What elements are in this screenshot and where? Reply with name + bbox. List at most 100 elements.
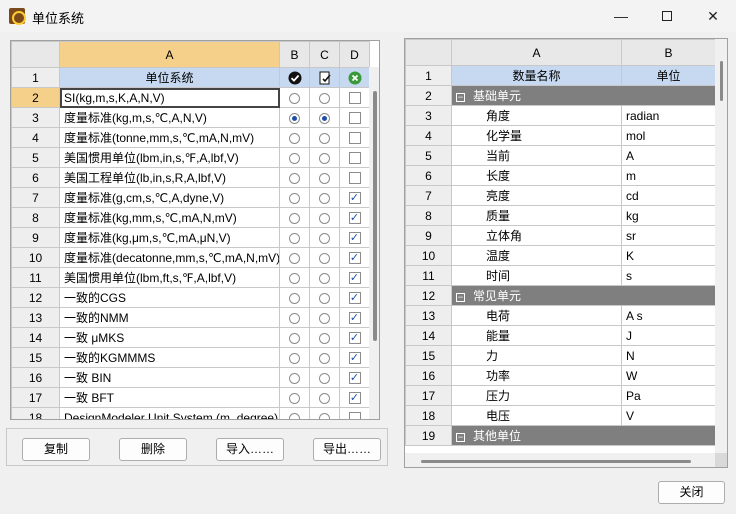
row-number[interactable]: 4 [11,127,60,148]
unit-value[interactable]: K [621,245,716,266]
row-number[interactable]: 3 [405,105,452,126]
delete-checkbox[interactable] [348,132,361,145]
delete-checkbox[interactable]: ✓ [348,392,361,405]
scroll-thumb[interactable] [421,460,691,463]
table-row[interactable]: 12 一致的CGS ✓ [11,287,370,308]
column-header-b[interactable]: B [279,41,310,68]
collapse-icon[interactable]: − [456,433,465,442]
unit-system-name[interactable]: 美国惯用单位(lbm,ft,s,℉,A,lbf,V) [59,267,280,288]
row-number[interactable]: 2 [11,87,60,108]
right-vertical-scrollbar[interactable] [715,39,727,453]
table-row[interactable]: 16 功率 W [405,365,716,386]
collapse-icon[interactable]: − [456,293,465,302]
table-row[interactable]: 2− 基础单元 [405,85,716,106]
right-horizontal-scrollbar[interactable] [405,453,715,467]
active-radio[interactable] [289,332,300,344]
column-header-c[interactable]: C [309,41,340,68]
row-number[interactable]: 6 [11,167,60,188]
unit-system-name[interactable]: 度量标准(kg,mm,s,℃,mA,N,mV) [59,207,280,228]
unit-value[interactable]: J [621,325,716,346]
quantity-name[interactable]: 长度 [451,165,622,186]
unit-value[interactable]: Pa [621,385,716,406]
active-radio[interactable] [289,372,300,384]
active-radio[interactable] [289,212,300,224]
delete-checkbox[interactable]: ✓ [348,292,361,305]
active-radio[interactable] [289,232,300,244]
table-row[interactable]: 17 压力 Pa [405,385,716,406]
default-radio[interactable] [319,92,330,104]
quantity-name[interactable]: 当前 [451,145,622,166]
row-number[interactable]: 3 [11,107,60,128]
table-row[interactable]: 15 力 N [405,345,716,366]
active-radio[interactable] [289,152,300,164]
unit-value[interactable]: m [621,165,716,186]
default-radio[interactable] [319,232,330,244]
delete-checkbox[interactable]: ✓ [348,312,361,325]
delete-checkbox[interactable]: ✓ [348,212,361,225]
row-number[interactable]: 16 [405,365,452,386]
row-number[interactable]: 12 [11,287,60,308]
column-header-a[interactable]: A [59,41,280,68]
active-radio[interactable] [289,112,300,124]
row-number[interactable]: 9 [11,227,60,248]
default-radio[interactable] [319,332,330,344]
table-row[interactable]: 5 美国惯用单位(lbm,in,s,℉,A,lbf,V) [11,147,370,168]
quantity-name[interactable]: 能量 [451,325,622,346]
scroll-thumb[interactable] [373,91,377,341]
row-number[interactable]: 18 [11,407,60,419]
active-radio[interactable] [289,172,300,184]
row-number[interactable]: 15 [405,345,452,366]
table-row[interactable]: 2 SI(kg,m,s,K,A,N,V) [11,87,370,108]
row-number[interactable]: 7 [405,185,452,206]
delete-checkbox[interactable]: ✓ [348,232,361,245]
delete-checkbox[interactable] [348,92,361,105]
quantity-name[interactable]: 力 [451,345,622,366]
delete-checkbox[interactable] [348,172,361,185]
table-row[interactable]: 11 时间 s [405,265,716,286]
row-number[interactable]: 19 [405,425,452,446]
active-radio[interactable] [289,392,300,404]
unit-system-name[interactable]: 一致 BIN [59,367,280,388]
unit-system-name[interactable]: 度量标准(decatonne,mm,s,℃,mA,N,mV) [59,247,280,268]
quantity-name[interactable]: 电荷 [451,305,622,326]
delete-checkbox[interactable] [348,112,361,125]
default-radio[interactable] [319,172,330,184]
default-radio[interactable] [319,372,330,384]
table-row[interactable]: 1 数量名称 单位 [405,65,716,86]
unit-system-name[interactable]: 度量标准(kg,μm,s,℃,mA,μN,V) [59,227,280,248]
table-row[interactable]: 14 能量 J [405,325,716,346]
active-radio[interactable] [289,92,300,104]
unit-system-name[interactable]: 一致 μMKS [59,327,280,348]
table-row[interactable]: 4 化学量 mol [405,125,716,146]
default-radio[interactable] [319,112,330,124]
quantity-name[interactable]: 电压 [451,405,622,426]
row-number[interactable]: 1 [405,65,452,86]
quantity-name[interactable]: 压力 [451,385,622,406]
delete-checkbox[interactable]: ✓ [348,252,361,265]
row-number[interactable]: 11 [405,265,452,286]
table-row[interactable]: 10 度量标准(decatonne,mm,s,℃,mA,N,mV) ✓ [11,247,370,268]
table-row[interactable]: 1 单位系统 [11,67,370,88]
unit-system-name[interactable]: 度量标准(kg,m,s,℃,A,N,V) [59,107,280,128]
scroll-thumb[interactable] [720,61,723,101]
delete-checkbox[interactable] [348,412,361,419]
table-row[interactable]: 13 电荷 A s [405,305,716,326]
left-vertical-scrollbar[interactable] [369,67,379,419]
unit-value[interactable]: cd [621,185,716,206]
unit-system-name[interactable]: 度量标准(tonne,mm,s,℃,mA,N,mV) [59,127,280,148]
delete-checkbox[interactable]: ✓ [348,192,361,205]
default-radio[interactable] [319,152,330,164]
maximize-button[interactable] [644,0,690,32]
unit-value[interactable]: A [621,145,716,166]
quantity-name[interactable]: 角度 [451,105,622,126]
active-radio[interactable] [289,412,300,419]
default-radio[interactable] [319,292,330,304]
table-row[interactable]: 3 角度 radian [405,105,716,126]
row-number[interactable]: 15 [11,347,60,368]
table-row[interactable]: 17 一致 BFT ✓ [11,387,370,408]
unit-system-name[interactable]: 一致的CGS [59,287,280,308]
row-number[interactable]: 4 [405,125,452,146]
table-row[interactable]: 4 度量标准(tonne,mm,s,℃,mA,N,mV) [11,127,370,148]
default-radio[interactable] [319,352,330,364]
column-header-b[interactable]: B [621,39,716,66]
